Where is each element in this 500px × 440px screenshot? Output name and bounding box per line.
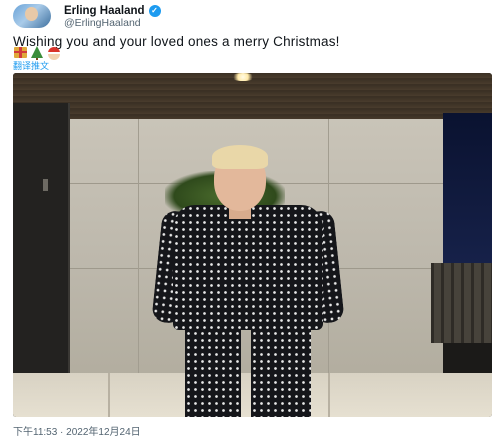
photo-ceiling [13, 73, 492, 119]
tweet-photo[interactable] [13, 73, 492, 417]
author-handle[interactable]: @ErlingHaaland [64, 17, 141, 29]
author-display-name[interactable]: Erling Haaland [64, 5, 145, 17]
photo-person-leg [251, 323, 311, 417]
photo-railing [431, 263, 492, 343]
photo-night-sky [443, 113, 492, 263]
photo-person-leg [185, 323, 241, 417]
photo-ceiling-light [231, 73, 255, 81]
author-avatar[interactable] [13, 4, 51, 28]
tweet-timestamp[interactable]: 下午11:53 · 2022年12月24日 [13, 423, 141, 438]
christmas-tree-icon [31, 46, 43, 60]
translate-tweet-link[interactable]: 翻译推文 [13, 59, 49, 72]
photo-person-hair [212, 145, 268, 169]
santa-icon [47, 47, 61, 60]
photo-door [13, 103, 70, 417]
photo-wall-seam [138, 119, 139, 379]
photo-person-pajamas [173, 205, 323, 330]
emoji-row [14, 46, 61, 60]
tweet-text: Wishing you and your loved ones a merry … [13, 34, 340, 49]
verified-badge-icon: ✓ [148, 5, 161, 17]
gift-icon [14, 47, 27, 58]
photo-floor-seam [108, 373, 110, 417]
photo-floor-seam [328, 373, 330, 417]
author-name-row[interactable]: Erling Haaland ✓ [64, 4, 161, 18]
